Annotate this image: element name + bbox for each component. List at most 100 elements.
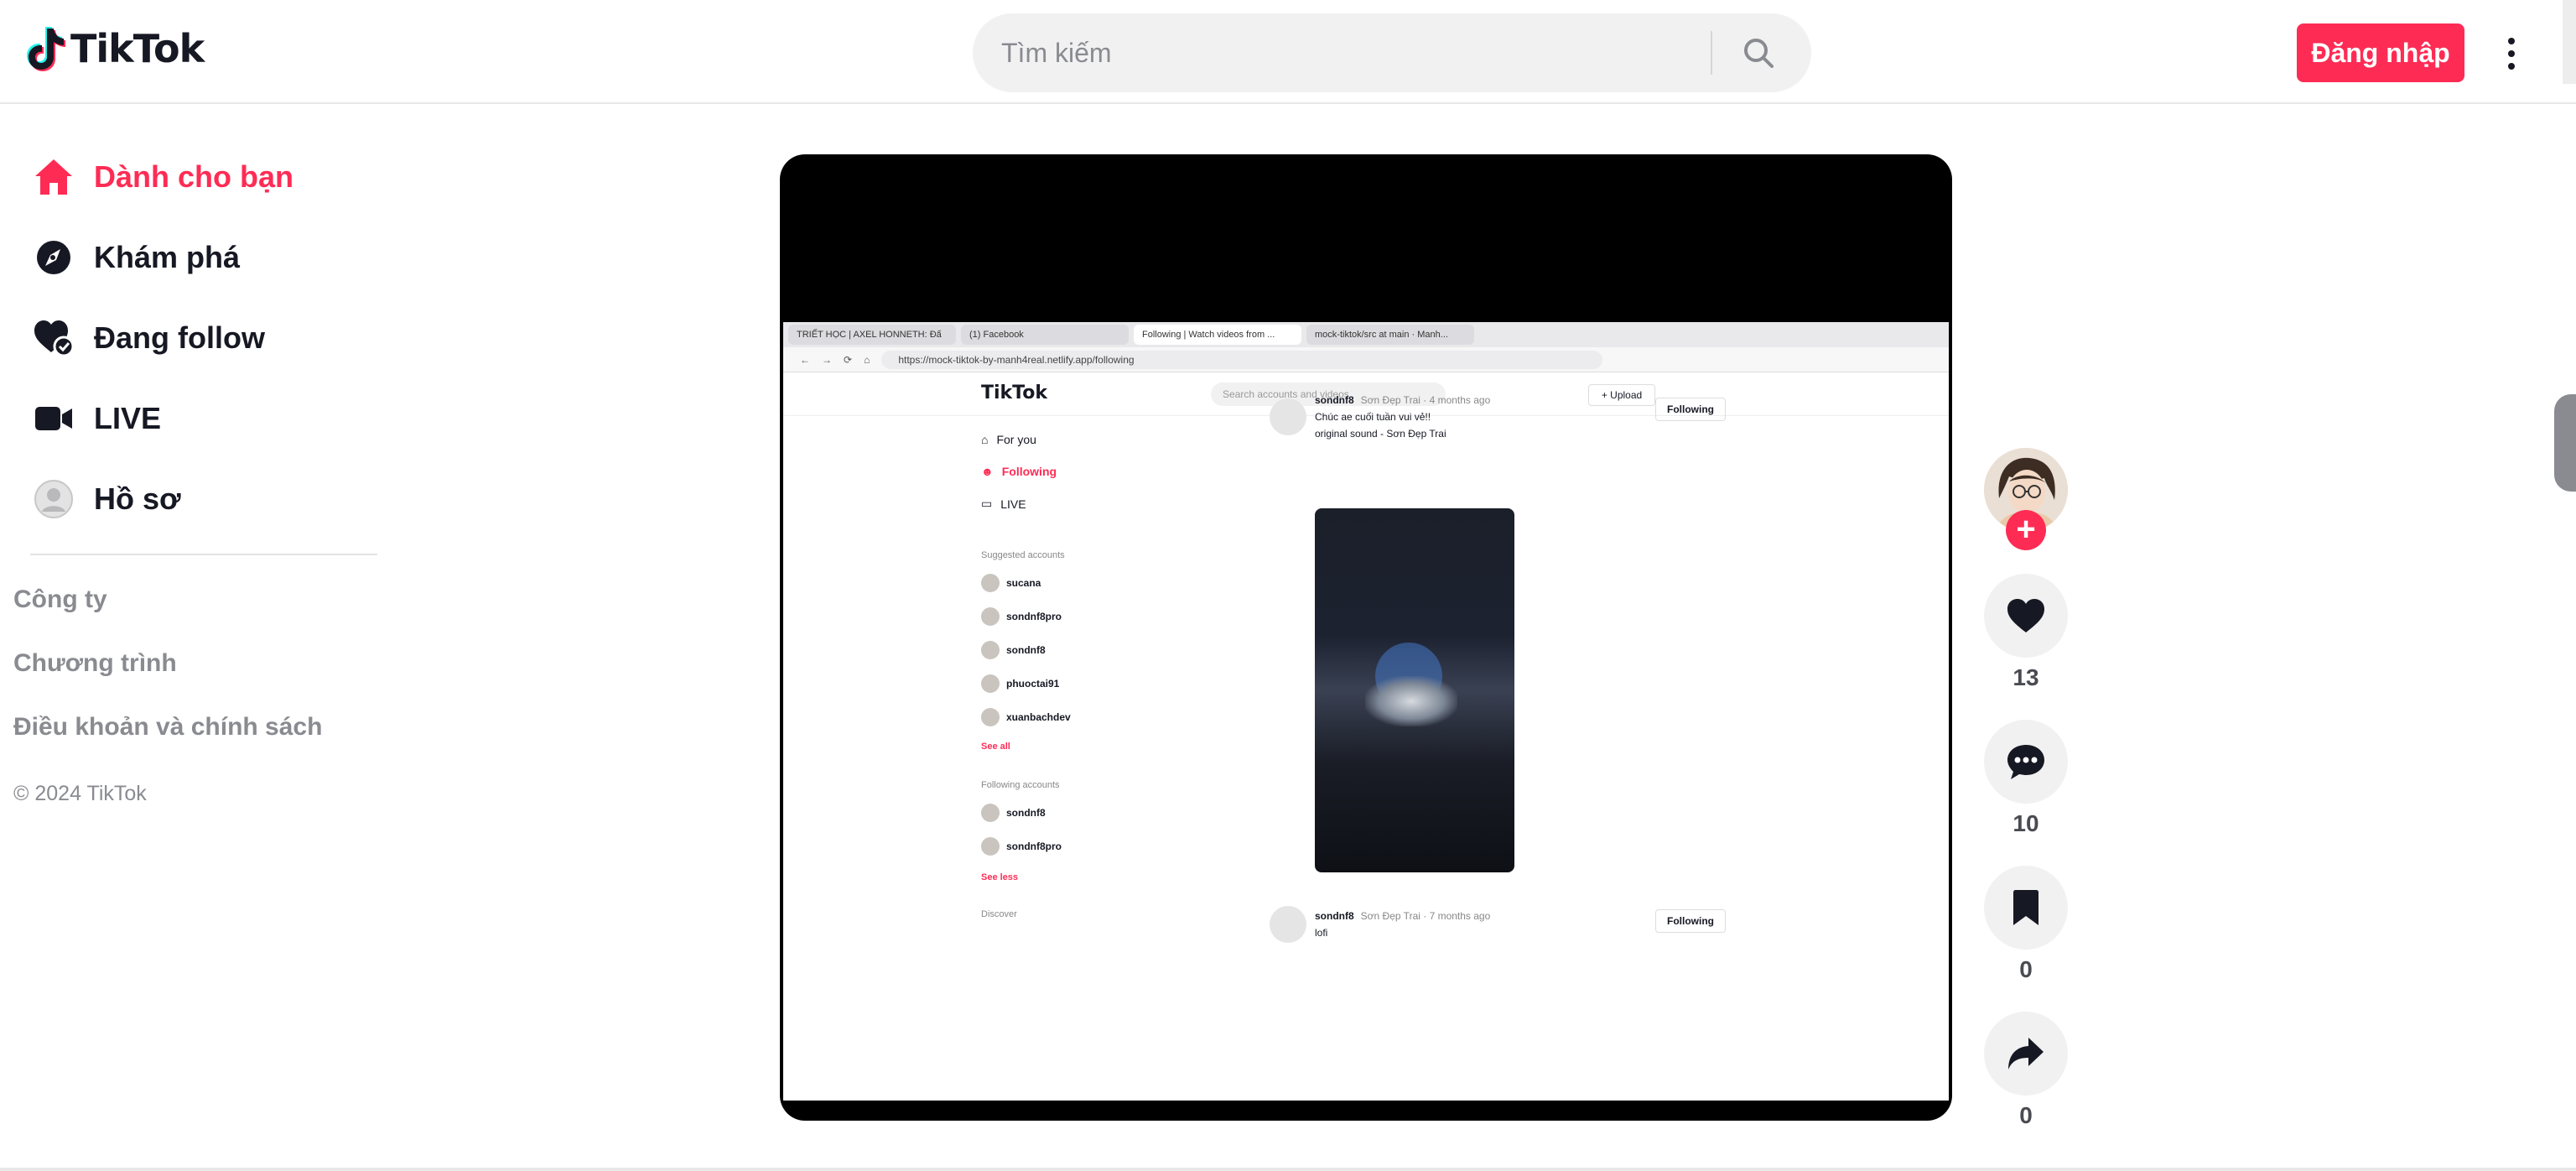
login-button[interactable]: Đăng nhập: [2297, 23, 2464, 82]
side-panel-toggle[interactable]: [2554, 394, 2576, 492]
following-heart-icon: [30, 315, 77, 362]
inner-live-icon: ▭: [981, 497, 993, 510]
inner-account-name: xuanbachdev: [1006, 711, 1071, 723]
footer-link-terms[interactable]: Điều khoản và chính sách: [13, 713, 322, 742]
sidebar-item-following[interactable]: Đang follow: [30, 309, 265, 367]
browser-tab: (1) Facebook: [961, 325, 1129, 345]
inner-logo: TikTok: [981, 383, 1048, 403]
sidebar-item-live[interactable]: LIVE: [30, 389, 161, 448]
inner-avatar: [981, 804, 1000, 822]
inner-account: sondnf8pro: [981, 607, 1062, 626]
inner-account: xuanbachdev: [981, 708, 1071, 726]
inner-nav-label: Following: [1001, 465, 1057, 478]
video-music[interactable]: Nhạc nền -: [798, 1002, 958, 1030]
bookmark-count: 0: [2019, 956, 2033, 982]
sidebar-item-explore[interactable]: Khám phá: [30, 228, 240, 287]
inner-post-avatar: [1270, 906, 1306, 943]
inner-video: [1315, 508, 1514, 872]
more-options-button[interactable]: [2490, 29, 2532, 79]
bottom-divider: [0, 1168, 2576, 1171]
mute-button[interactable]: [1875, 1054, 1922, 1092]
heart-icon: [2007, 599, 2044, 632]
browser-url: https://mock-tiktok-by-manh4real.netlify…: [881, 350, 1603, 369]
inner-section-title: Discover: [981, 909, 1017, 919]
page-scrollbar[interactable]: [2563, 0, 2576, 84]
sidebar-item-label: Đang follow: [94, 320, 265, 355]
search-bar: [973, 13, 1811, 92]
home-small-icon: ⌂: [864, 353, 870, 366]
search-button[interactable]: [1712, 13, 1805, 92]
footer-link-program[interactable]: Chương trình: [13, 649, 177, 678]
inner-account-name: phuoctai91: [1006, 678, 1060, 690]
search-input[interactable]: [973, 13, 1711, 92]
inner-section-title: Suggested accounts: [981, 550, 1065, 560]
inner-post-user: sondnf8: [1315, 394, 1354, 406]
inner-see-less: See less: [981, 872, 1019, 882]
inner-avatar: [981, 574, 1000, 592]
back-icon: ←: [800, 353, 810, 366]
inner-nav-label: LIVE: [1000, 497, 1026, 511]
comment-button[interactable]: [1984, 720, 2068, 804]
inner-account-name: sucana: [1006, 577, 1041, 589]
sidebar-item-profile[interactable]: Hồ sơ: [30, 470, 181, 528]
more-dot-icon: [2508, 38, 2515, 44]
reload-icon: ⟳: [844, 353, 853, 366]
inner-see-all: See all: [981, 742, 1010, 752]
follow-plus-button[interactable]: +: [2006, 510, 2046, 550]
sidebar-item-label: LIVE: [94, 401, 162, 435]
music-note-icon: [799, 1003, 822, 1028]
inner-car-image: [1365, 676, 1457, 726]
inner-nav-item: ▭ LIVE: [981, 497, 1026, 511]
inner-account-name: sondnf8pro: [1006, 611, 1062, 622]
sidebar-item-for-you[interactable]: Dành cho bạn: [30, 148, 293, 206]
tiktok-note-icon: [27, 27, 65, 71]
browser-tab: TRIẾT HỌC | AXEL HONNETH: Đấ: [788, 325, 956, 345]
inner-account: phuoctai91: [981, 674, 1059, 693]
inner-home-icon: ⌂: [981, 433, 989, 446]
browser-tab: mock-tiktok/src at main · Manh...: [1306, 325, 1474, 345]
inner-following-button: Following: [1655, 398, 1726, 421]
browser-tab: Following | Watch videos from ...: [1134, 325, 1301, 345]
compass-icon: [30, 234, 77, 281]
video-progress-bar[interactable]: [981, 1069, 1726, 1072]
share-button[interactable]: [1984, 1012, 2068, 1096]
inner-avatar: [981, 607, 1000, 626]
share-count: 0: [2019, 1102, 2033, 1128]
video-author[interactable]: thang1211: [798, 933, 922, 961]
inner-nav-item: ⌂ For you: [981, 433, 1036, 446]
like-button[interactable]: [1984, 574, 2068, 658]
inner-post-desc: Chúc ae cuối tuần vui vẻ!!: [1315, 411, 1431, 423]
comment-icon: [2007, 745, 2044, 779]
inner-post-avatar: [1270, 398, 1306, 435]
browser-address-bar: ← → ⟳ ⌂ https://mock-tiktok-by-manh4real…: [783, 347, 1949, 372]
pause-button[interactable]: [805, 1054, 839, 1087]
inner-avatar: [981, 708, 1000, 726]
inner-account: sondnf8: [981, 641, 1046, 659]
live-camera-icon: [30, 395, 77, 442]
inner-avatar: [981, 837, 1000, 856]
sidebar: Dành cho bạn Khám phá Đang follow LIVE H…: [0, 104, 394, 1161]
tiktok-logo[interactable]: TikTok: [25, 25, 205, 72]
sidebar-item-label: Khám phá: [94, 240, 241, 274]
inner-account-name: sondnf8: [1006, 807, 1046, 819]
inner-account: sondnf8pro: [981, 837, 1062, 856]
inner-post-user-row: sondnf8 Sơn Đẹp Trai · 7 months ago: [1315, 910, 1490, 922]
inner-following-button: Following: [1655, 909, 1726, 933]
inner-post-user-row: sondnf8 Sơn Đẹp Trai · 4 months ago: [1315, 394, 1490, 406]
footer-link-company[interactable]: Công ty: [13, 586, 107, 614]
bookmark-button[interactable]: [1984, 866, 2068, 950]
more-dot-icon: [2508, 50, 2515, 57]
sidebar-item-label: Hồ sơ: [94, 481, 181, 516]
inner-post-header: sondnf8 Sơn Đẹp Trai · 4 months ago Chúc …: [1270, 394, 1490, 440]
forward-icon: →: [822, 353, 832, 366]
video-player[interactable]: TRIẾT HỌC | AXEL HONNETH: Đấ (1) Faceboo…: [780, 154, 1952, 1121]
inner-upload: + Upload: [1588, 384, 1655, 406]
inner-following-icon: ☻: [981, 465, 994, 478]
sidebar-divider: [30, 554, 377, 555]
pause-bar-icon: [811, 1058, 818, 1083]
top-bar: TikTok Đăng nhập: [0, 0, 2576, 104]
profile-icon: [30, 476, 77, 523]
home-icon: [30, 154, 77, 200]
inner-nav-item: ☻ Following: [981, 465, 1057, 478]
volume-muted-icon: [1878, 1058, 1917, 1088]
